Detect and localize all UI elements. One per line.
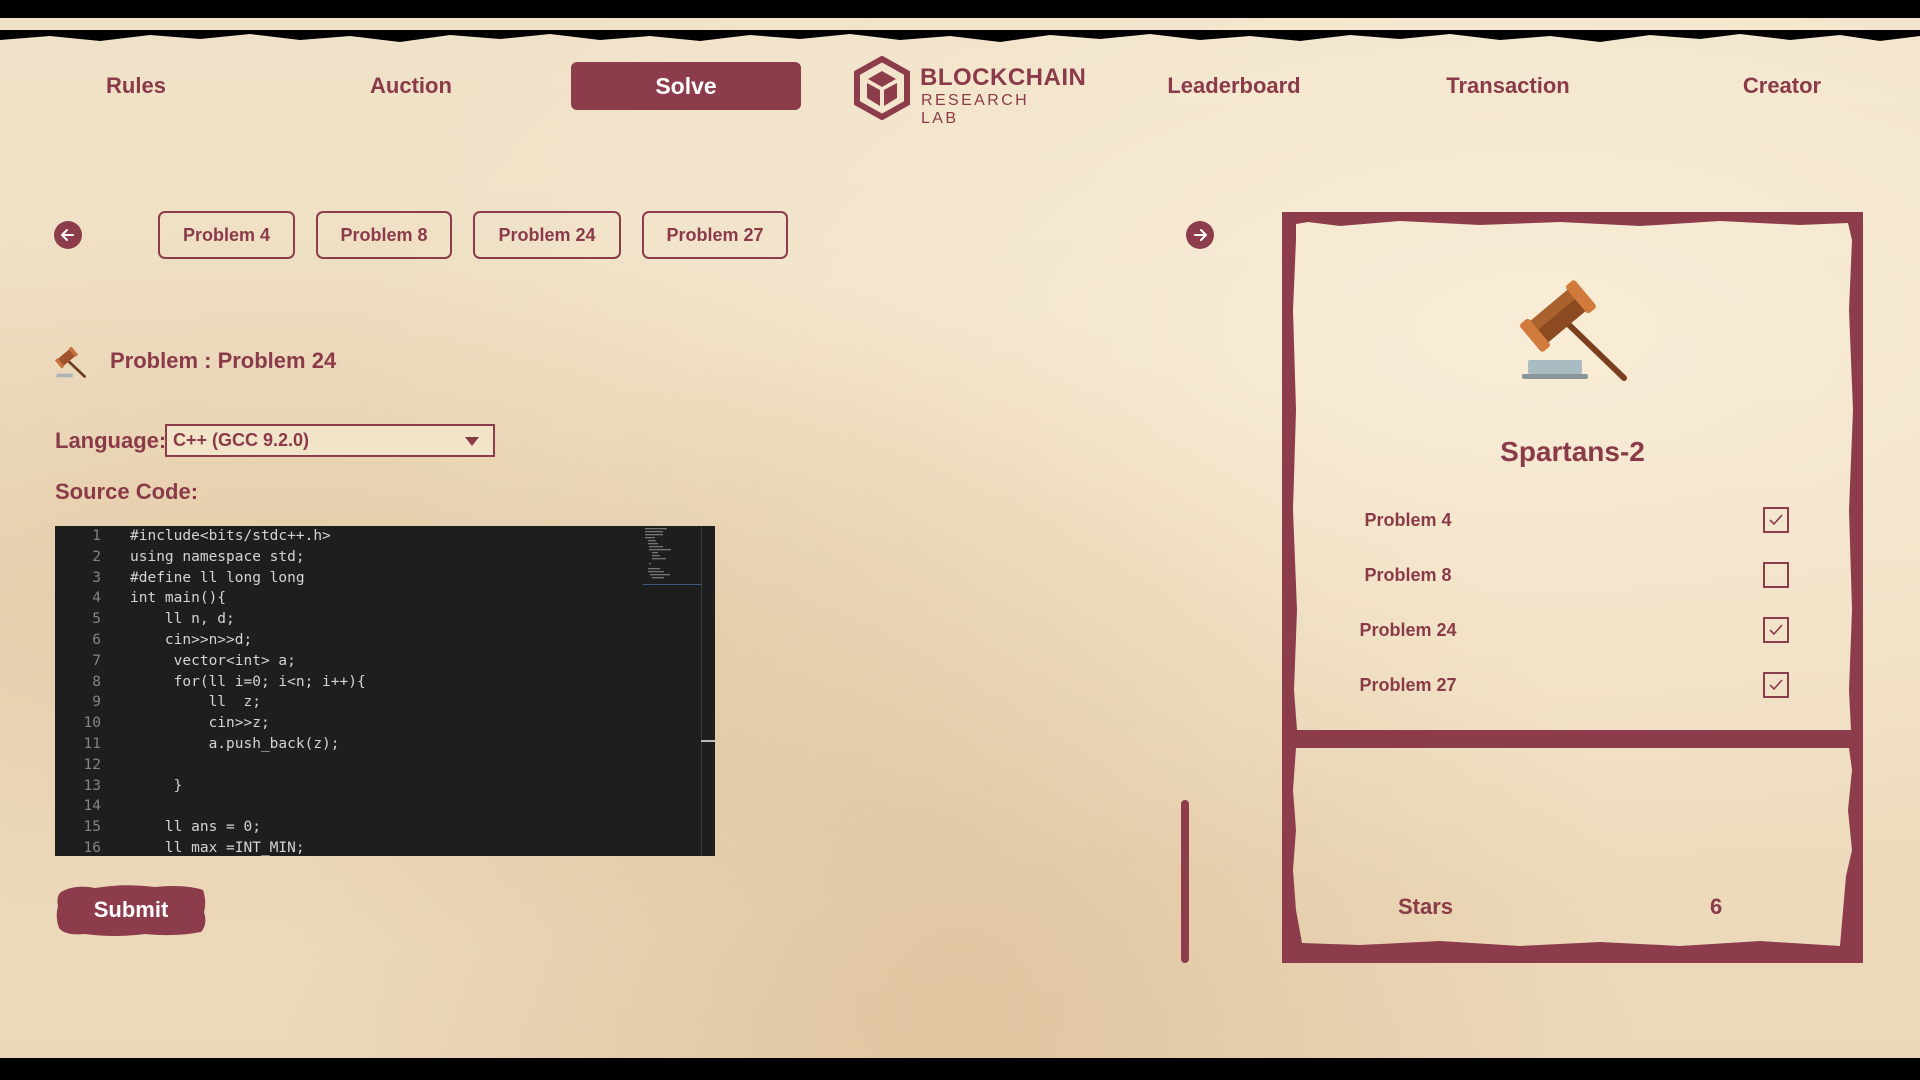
caret-down-icon — [465, 437, 479, 446]
line-number: 4 — [92, 590, 101, 607]
language-value: C++ (GCC 9.2.0) — [173, 430, 310, 450]
line-code: ll n, d; — [130, 611, 235, 628]
line-code: ll max =INT_MIN; — [130, 840, 305, 856]
line-code: a.push_back(z); — [130, 736, 340, 752]
team-problem-label: Problem 8 — [1364, 565, 1452, 585]
line-number: 14 — [83, 798, 101, 815]
code-line[interactable]: 3 #define ll long long — [55, 570, 635, 591]
language-label: Language: — [55, 428, 167, 453]
submit-button[interactable]: Submit — [55, 882, 207, 938]
code-editor[interactable]: 1 #include<bits/stdc++.h> 2 using namespace… — [55, 526, 715, 856]
prev-arrow-button[interactable] — [54, 221, 82, 249]
line-code: cin>>z; — [130, 715, 270, 732]
tab-problem-24[interactable]: Problem 24 — [473, 211, 621, 259]
team-problem-label: Problem 27 — [1359, 675, 1457, 695]
code-line[interactable]: 6 cin>>n>>d; — [55, 632, 635, 653]
code-line[interactable]: 9 ll z; — [55, 694, 635, 715]
line-number: 10 — [83, 715, 101, 732]
team-problem-checkbox[interactable] — [1763, 507, 1789, 533]
code-line[interactable]: 14 — [55, 798, 635, 819]
editor-minimap[interactable] — [643, 526, 701, 588]
check-icon — [1769, 679, 1783, 691]
line-number: 8 — [92, 673, 101, 690]
code-line[interactable]: 13 } — [55, 778, 635, 799]
line-number: 5 — [92, 611, 101, 628]
line-code: } — [130, 777, 183, 794]
line-number: 15 — [83, 819, 101, 836]
code-line[interactable]: 7 vector<int> a; — [55, 653, 635, 674]
gavel-icon — [55, 346, 86, 378]
team-problem-checkbox[interactable] — [1763, 617, 1789, 643]
line-number: 9 — [92, 694, 101, 711]
line-number: 12 — [83, 756, 101, 773]
code-line[interactable]: 1 #include<bits/stdc++.h> — [55, 528, 635, 549]
submit-label: Submit — [93, 897, 169, 922]
logo-subtitle: RESEARCH LAB — [921, 92, 1030, 127]
team-name: Spartans-2 — [1500, 436, 1645, 467]
nav-transaction[interactable]: Transaction — [1428, 62, 1588, 110]
nav-rules[interactable]: Rules — [76, 62, 196, 110]
torn-edge-top — [0, 30, 1920, 42]
line-code: vector<int> a; — [130, 652, 296, 669]
line-number: 7 — [92, 652, 101, 669]
code-line[interactable]: 11 a.push_back(z); — [55, 736, 635, 757]
arrow-left-icon — [61, 229, 74, 241]
logo[interactable]: BLOCKCHAIN RESEARCH LAB — [852, 55, 1086, 127]
code-line[interactable]: 8 for(ll i=0; i<n; i++){ — [55, 674, 635, 695]
line-code: #define ll long long — [130, 569, 305, 586]
language-select[interactable]: C++ (GCC 9.2.0) — [165, 424, 495, 457]
top-nav: Rules Auction Solve BLOCKCHAIN RESEARCH … — [0, 55, 1920, 127]
check-icon — [1769, 514, 1783, 526]
line-number: 2 — [92, 548, 101, 565]
code-line[interactable]: 4 int main(){ — [55, 590, 635, 611]
tab-problem-27[interactable]: Problem 27 — [642, 211, 788, 259]
code-line[interactable]: 15 ll ans = 0; — [55, 819, 635, 840]
page-scrollbar[interactable] — [1181, 800, 1189, 963]
line-number: 16 — [83, 840, 101, 856]
line-code: for(ll i=0; i<n; i++){ — [130, 673, 366, 690]
source-code-label: Source Code: — [55, 479, 199, 504]
code-line[interactable]: 2 using namespace std; — [55, 549, 635, 570]
line-code: ll ans = 0; — [130, 819, 261, 836]
stars-value: 6 — [1710, 894, 1723, 919]
arrow-right-icon — [1194, 229, 1207, 241]
line-code: int main(){ — [130, 590, 227, 607]
code-line[interactable]: 5 ll n, d; — [55, 611, 635, 632]
team-problem-checkbox[interactable] — [1763, 672, 1789, 698]
tab-problem-8[interactable]: Problem 8 — [316, 211, 452, 259]
line-number: 13 — [83, 777, 101, 794]
code-line[interactable]: 12 — [55, 757, 635, 778]
logo-title: BLOCKCHAIN — [920, 64, 1087, 91]
line-number: 6 — [92, 632, 101, 648]
nav-auction[interactable]: Auction — [351, 62, 471, 110]
tab-problem-4[interactable]: Problem 4 — [158, 211, 295, 259]
team-problem-label: Problem 4 — [1364, 510, 1452, 530]
editor-scrollbar-track[interactable] — [701, 526, 702, 856]
problem-title: Problem : Problem 24 — [110, 348, 337, 373]
nav-leaderboard[interactable]: Leaderboard — [1154, 62, 1314, 110]
cube-logo-icon — [854, 55, 910, 121]
nav-creator[interactable]: Creator — [1722, 62, 1842, 110]
nav-solve[interactable]: Solve — [571, 62, 801, 110]
stars-label: Stars — [1398, 894, 1454, 919]
check-icon — [1769, 624, 1783, 636]
code-line[interactable]: 16 ll max =INT_MIN; — [55, 840, 635, 856]
line-number: 1 — [92, 528, 101, 544]
team-problem-checkbox[interactable] — [1763, 562, 1789, 588]
gavel-icon — [1520, 280, 1627, 381]
code-line[interactable]: 10 cin>>z; — [55, 715, 635, 736]
team-panel: Spartans-2 Problem 4 Problem 8 Problem 2… — [1280, 210, 1865, 965]
team-problem-label: Problem 24 — [1359, 620, 1457, 640]
line-code: using namespace std; — [130, 548, 305, 565]
next-arrow-button[interactable] — [1186, 221, 1214, 249]
line-code: ll z; — [130, 694, 261, 711]
line-number: 11 — [83, 736, 101, 752]
line-number: 3 — [92, 569, 101, 586]
editor-scroll-indicator[interactable] — [701, 740, 715, 742]
line-code: cin>>n>>d; — [130, 632, 253, 648]
line-code: #include<bits/stdc++.h> — [130, 528, 331, 544]
